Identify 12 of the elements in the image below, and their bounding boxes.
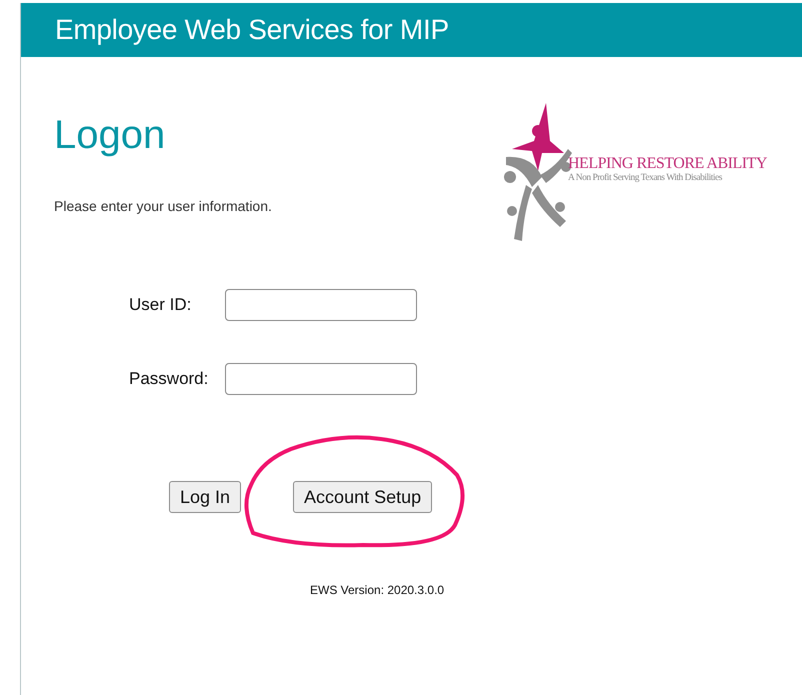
account-setup-button[interactable]: Account Setup xyxy=(293,481,432,513)
password-field[interactable] xyxy=(225,363,417,395)
login-button[interactable]: Log In xyxy=(169,481,242,513)
input-field[interactable] xyxy=(225,289,417,321)
logo-name: HELPING RESTORE ABILITY xyxy=(568,155,767,173)
field-label: User ID: xyxy=(129,295,192,315)
field-label: Password: xyxy=(129,369,210,389)
version-text: EWS Version: 2020.3.0.0 xyxy=(310,583,446,597)
app-title: Employee Web Services for MIP xyxy=(55,14,449,46)
page-title: Logon xyxy=(54,113,166,158)
instructions-text: Please enter your user information. xyxy=(54,198,272,214)
logo-tagline: A Non Profit Serving Texans With Disabilities xyxy=(568,173,724,183)
